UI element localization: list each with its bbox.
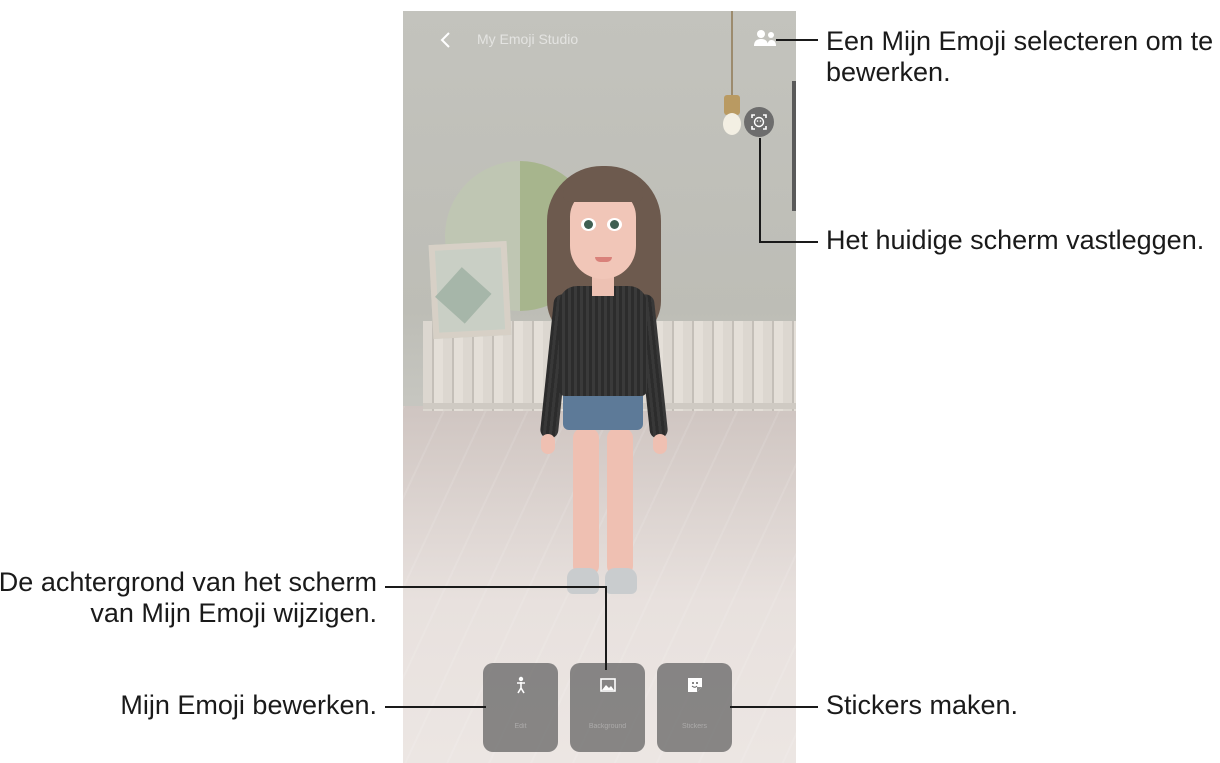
- emoji-studio-screen: My Emoji Studio Edit Background Stickers: [403, 11, 796, 763]
- callout-select-emoji-line2: bewerken.: [826, 57, 951, 87]
- callout-stickers: Stickers maken.: [826, 690, 1019, 720]
- callout-background-line1: De achtergrond van het scherm: [0, 567, 377, 597]
- sticker-icon: [687, 678, 702, 692]
- screen-title: My Emoji Studio: [477, 31, 579, 47]
- callout-line-select-emoji: [776, 39, 818, 41]
- lamp-socket: [724, 95, 740, 115]
- my-emoji-avatar[interactable]: [539, 166, 669, 606]
- callout-capture: Het huidige scherm vastleggen.: [826, 225, 1205, 255]
- stickers-button[interactable]: Stickers: [657, 663, 732, 752]
- side-panel: [792, 81, 796, 211]
- callout-edit: Mijn Emoji bewerken.: [120, 690, 377, 720]
- capture-button[interactable]: [744, 107, 774, 137]
- background-label: Background: [588, 723, 627, 730]
- image-icon: [599, 678, 616, 692]
- callout-line-background-vertical: [605, 586, 607, 670]
- callout-line-stickers: [730, 706, 818, 708]
- lamp-bulb: [723, 113, 741, 135]
- callout-background-line2: van Mijn Emoji wijzigen.: [90, 598, 377, 628]
- chevron-left-icon: [440, 32, 450, 48]
- picture-frame: [428, 241, 512, 339]
- person-icon: [516, 676, 525, 694]
- edit-label: Edit: [514, 723, 527, 730]
- lamp-cord: [731, 11, 733, 96]
- callout-line-capture-vertical: [759, 138, 761, 242]
- stickers-label: Stickers: [682, 723, 707, 730]
- edit-button[interactable]: Edit: [483, 663, 558, 752]
- callout-line-background-horizontal: [385, 586, 607, 588]
- background-button[interactable]: Background: [570, 663, 645, 752]
- back-button[interactable]: [435, 29, 457, 51]
- callout-line-capture-horizontal: [759, 241, 818, 243]
- face-capture-icon: [751, 114, 767, 130]
- callout-select-emoji-line1: Een Mijn Emoji selecteren om te: [826, 26, 1214, 56]
- callout-line-edit: [385, 706, 486, 708]
